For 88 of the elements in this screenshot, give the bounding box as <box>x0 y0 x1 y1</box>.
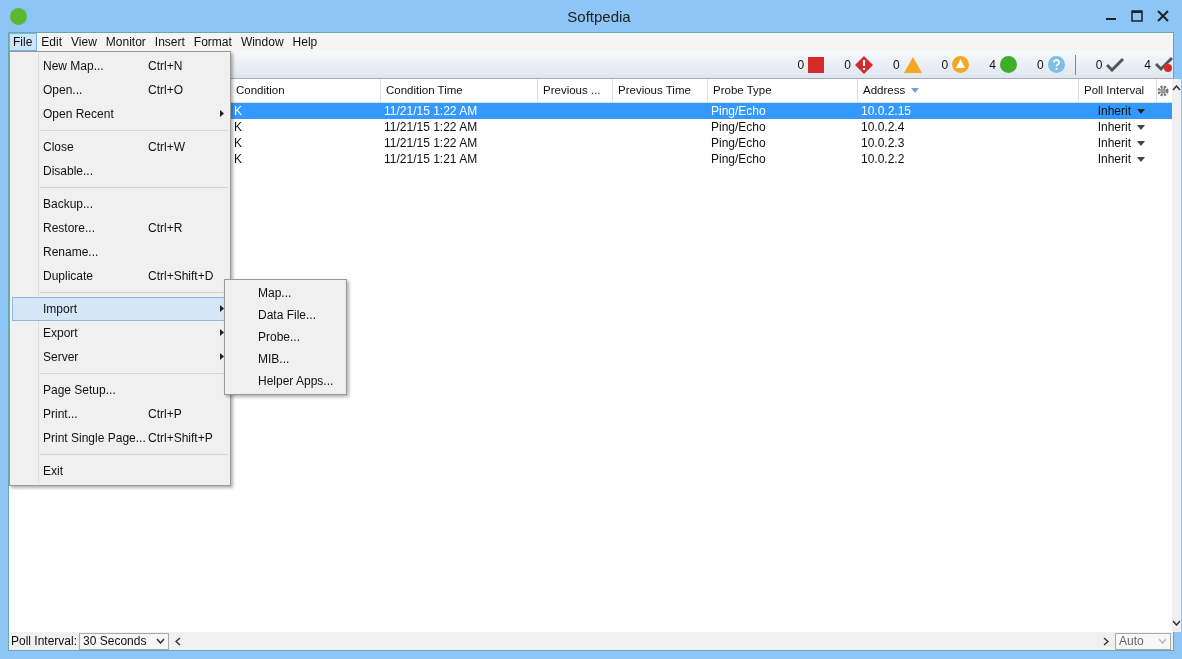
menu-item[interactable]: Page Setup... <box>12 378 228 402</box>
checkmark-icon[interactable] <box>1106 57 1125 72</box>
menu-item[interactable]: Map... <box>225 282 346 304</box>
submenu-arrow-icon <box>220 329 224 336</box>
menu-item[interactable]: Backup... <box>12 192 228 216</box>
vertical-scrollbar[interactable] <box>1172 79 1181 632</box>
menu-item[interactable]: Duplicate Ctrl+Shift+D <box>12 264 228 288</box>
app-icon <box>10 7 27 25</box>
menu-item[interactable]: Help <box>288 33 323 51</box>
window-title: Softpedia <box>566 7 632 25</box>
scroll-right-icon[interactable] <box>1103 636 1109 646</box>
menu-item[interactable]: Print Single Page... Ctrl+Shift+P <box>12 426 228 450</box>
table-cell: Ping/Echo <box>711 152 766 166</box>
menu-item[interactable]: Restore... Ctrl+R <box>12 216 228 240</box>
status-count: 0 <box>1095 57 1103 72</box>
chevron-down-icon <box>1158 638 1167 644</box>
menu-item[interactable]: MIB... <box>225 348 346 370</box>
column-header[interactable]: Probe Type <box>708 79 858 102</box>
dropdown-arrow-icon[interactable] <box>1137 124 1145 130</box>
poll-interval-label: Poll Interval: <box>10 634 78 648</box>
table-cell: K <box>234 152 242 166</box>
poll-interval-select[interactable]: 30 Seconds <box>79 632 170 650</box>
sort-arrow-icon <box>911 88 920 93</box>
circle-icon[interactable] <box>999 56 1017 73</box>
table-cell: 10.0.2.4 <box>861 120 905 134</box>
column-header[interactable]: Previous Time <box>613 79 708 102</box>
column-header[interactable]: Poll Interval <box>1079 79 1157 102</box>
menu-item[interactable]: Format <box>189 33 237 51</box>
menu-item[interactable]: File <box>9 33 38 51</box>
poll-interval-dropdown[interactable]: Inherit <box>1097 120 1145 134</box>
menu-item[interactable]: Exit <box>12 459 228 483</box>
table-cell: 10.0.2.15 <box>861 104 912 118</box>
menu-item[interactable]: Helper Apps... <box>225 370 346 392</box>
status-count: 0 <box>941 57 949 72</box>
column-header[interactable]: Address <box>858 79 1079 102</box>
checkmark-badge-icon[interactable] <box>1155 56 1173 73</box>
table-cell: 11/21/15 1:22 AM <box>384 120 478 134</box>
menu-item[interactable]: View <box>67 33 102 51</box>
table-cell: 10.0.2.2 <box>861 152 905 166</box>
table-cell: 10.0.2.3 <box>861 136 905 150</box>
square-icon[interactable] <box>808 56 825 73</box>
menu-item[interactable]: New Map... Ctrl+N <box>12 54 228 78</box>
table-cell: K <box>234 136 242 150</box>
table-cell: 11/21/15 1:22 AM <box>384 136 478 150</box>
scroll-up-icon[interactable] <box>1172 85 1181 91</box>
maximize-icon[interactable] <box>1131 10 1143 22</box>
settings-icon[interactable] <box>1157 84 1169 97</box>
menu-item[interactable]: Print... Ctrl+P <box>12 402 228 426</box>
status-count: 0 <box>844 57 851 72</box>
table-cell: 11/21/15 1:21 AM <box>384 152 478 166</box>
table-cell: K <box>234 120 242 134</box>
dropdown-arrow-icon[interactable] <box>1137 140 1145 146</box>
toolbar-separator <box>1074 54 1076 75</box>
scroll-left-icon[interactable] <box>175 636 182 646</box>
column-header[interactable]: Previous ... <box>538 79 613 102</box>
submenu-arrow-icon <box>220 305 224 312</box>
close-icon[interactable] <box>1157 10 1169 22</box>
menu-item[interactable]: Edit <box>37 33 68 51</box>
column-header[interactable]: Condition Time <box>381 79 538 102</box>
dropdown-arrow-icon[interactable] <box>1137 108 1145 114</box>
chevron-down-icon <box>156 638 166 644</box>
menu-item[interactable]: Rename... <box>12 240 228 264</box>
submenu-arrow-icon <box>220 353 224 360</box>
table-cell: Ping/Echo <box>711 104 766 118</box>
menu-item[interactable]: Data File... <box>225 304 346 326</box>
menu-item[interactable]: Probe... <box>225 326 346 348</box>
status-count: 0 <box>797 57 805 72</box>
status-count: 4 <box>989 57 996 72</box>
poll-interval-dropdown[interactable]: Inherit <box>1097 104 1145 118</box>
submenu-arrow-icon <box>220 110 224 117</box>
status-count: 0 <box>892 57 900 72</box>
menu-item[interactable]: Insert <box>150 33 190 51</box>
poll-interval-dropdown[interactable]: Inherit <box>1097 136 1145 150</box>
dropdown-arrow-icon[interactable] <box>1137 156 1145 162</box>
menu-item[interactable]: Export <box>12 321 228 345</box>
menu-item[interactable]: Server <box>12 345 228 369</box>
menu-item[interactable]: Window <box>236 33 289 51</box>
poll-interval-dropdown[interactable]: Inherit <box>1097 152 1145 166</box>
menu-item[interactable]: Monitor <box>101 33 151 51</box>
table-cell: Ping/Echo <box>711 136 766 150</box>
table-cell: K <box>234 104 242 118</box>
status-count: 4 <box>1144 57 1151 72</box>
table-cell: Ping/Echo <box>711 120 766 134</box>
table-cell: 11/21/15 1:22 AM <box>384 104 478 118</box>
scroll-down-icon[interactable] <box>1172 620 1181 626</box>
menu-item[interactable]: Open... Ctrl+O <box>12 78 228 102</box>
status-count: 0 <box>1036 57 1044 72</box>
diamond-alert-icon[interactable] <box>854 55 873 74</box>
